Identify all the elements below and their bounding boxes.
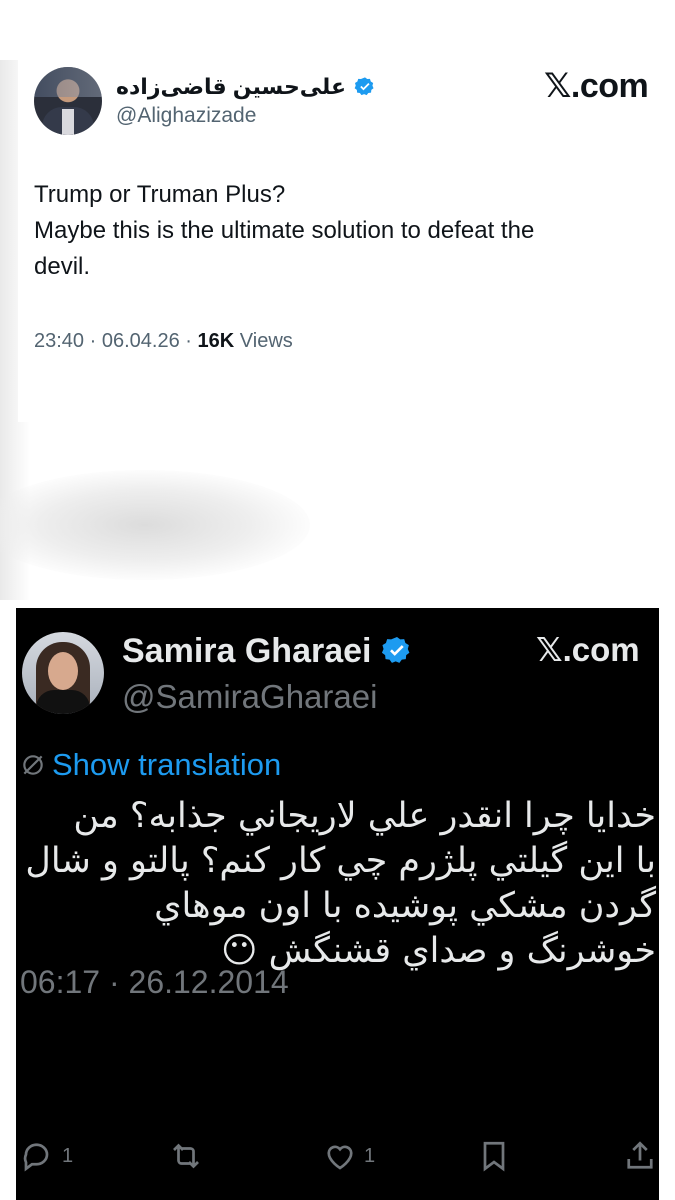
- tweet-card-bottom: Samira Gharaei @SamiraGharaei 𝕏.com Show…: [16, 608, 659, 1200]
- share-icon: [627, 1141, 653, 1169]
- tweet-text: خدایا چرا انقدر علي لاریجاني جذابه؟ من ب…: [16, 794, 656, 974]
- tweet-time[interactable]: 23:40: [34, 330, 84, 352]
- brand-domain: .com: [562, 631, 640, 668]
- tweet-text-line: با این گیلتي پلژرم چي کار کنم؟ پالتو و ش…: [25, 841, 656, 881]
- views-count[interactable]: 16K: [198, 330, 235, 352]
- tweet-meta: 23:40 · 06.04.26 · 16K Views: [34, 330, 293, 353]
- reply-icon: [23, 1143, 49, 1172]
- separator-dot: ·: [89, 330, 97, 352]
- handle[interactable]: @Alighazizade: [116, 104, 256, 128]
- display-name[interactable]: Samira Gharaei: [122, 632, 371, 671]
- show-translation-label[interactable]: Show translation: [52, 747, 281, 783]
- x-logo-icon: 𝕏: [544, 66, 571, 106]
- x-com-watermark: 𝕏.com: [544, 66, 649, 106]
- tweet-text: Trump or Truman Plus? Maybe this is the …: [34, 177, 634, 285]
- bookmark-icon: [483, 1141, 505, 1172]
- like-icon: [327, 1145, 353, 1170]
- separator-dot: ·: [185, 330, 192, 352]
- views-label[interactable]: Views: [240, 330, 293, 352]
- tweet-text-line: Trump or Truman Plus?: [34, 181, 286, 208]
- verified-badge-icon: [354, 77, 374, 96]
- tweet-text-line: گردن مشکي پوشیده با اون موهاي: [154, 886, 656, 926]
- tweet-date[interactable]: 06.04.26: [102, 330, 180, 352]
- tweet-text-line: خدایا چرا انقدر علي لاریجاني جذابه؟ من: [73, 796, 656, 836]
- tweet-actions-bar: 1 1: [16, 1136, 659, 1180]
- retweet-icon: [173, 1143, 199, 1169]
- tweet-text-line: Maybe this is the ultimate solution to d…: [34, 217, 535, 244]
- brand-domain: .com: [570, 67, 649, 105]
- verified-badge-icon: [382, 637, 410, 663]
- translate-icon: [23, 755, 43, 775]
- share-button[interactable]: [622, 1136, 658, 1176]
- avatar[interactable]: [34, 67, 102, 135]
- like-count: 1: [364, 1144, 376, 1167]
- reply-count: 1: [62, 1144, 74, 1167]
- x-com-watermark: 𝕏.com: [536, 630, 640, 669]
- author-name-row: علی‌حسین قاضی‌زاده: [116, 72, 376, 102]
- x-logo-icon: 𝕏: [536, 630, 563, 669]
- like-button[interactable]: 1: [322, 1136, 375, 1176]
- show-translation-link[interactable]: Show translation: [20, 746, 281, 784]
- tweet-text-line: devil.: [34, 253, 91, 280]
- avatar[interactable]: [22, 632, 104, 714]
- reply-button[interactable]: 1: [20, 1136, 73, 1176]
- retweet-button[interactable]: [168, 1136, 210, 1176]
- bookmark-button[interactable]: [476, 1136, 512, 1176]
- tweet-timestamp[interactable]: 06:17 · 26.12.2014: [20, 964, 289, 1001]
- author-name-row: Samira Gharaei: [122, 630, 413, 672]
- handle[interactable]: @SamiraGharaei: [122, 678, 377, 716]
- display-name[interactable]: علی‌حسین قاضی‌زاده: [116, 74, 346, 100]
- tweet-card-top: علی‌حسین قاضی‌زاده @Alighazizade 𝕏.com T…: [18, 22, 658, 422]
